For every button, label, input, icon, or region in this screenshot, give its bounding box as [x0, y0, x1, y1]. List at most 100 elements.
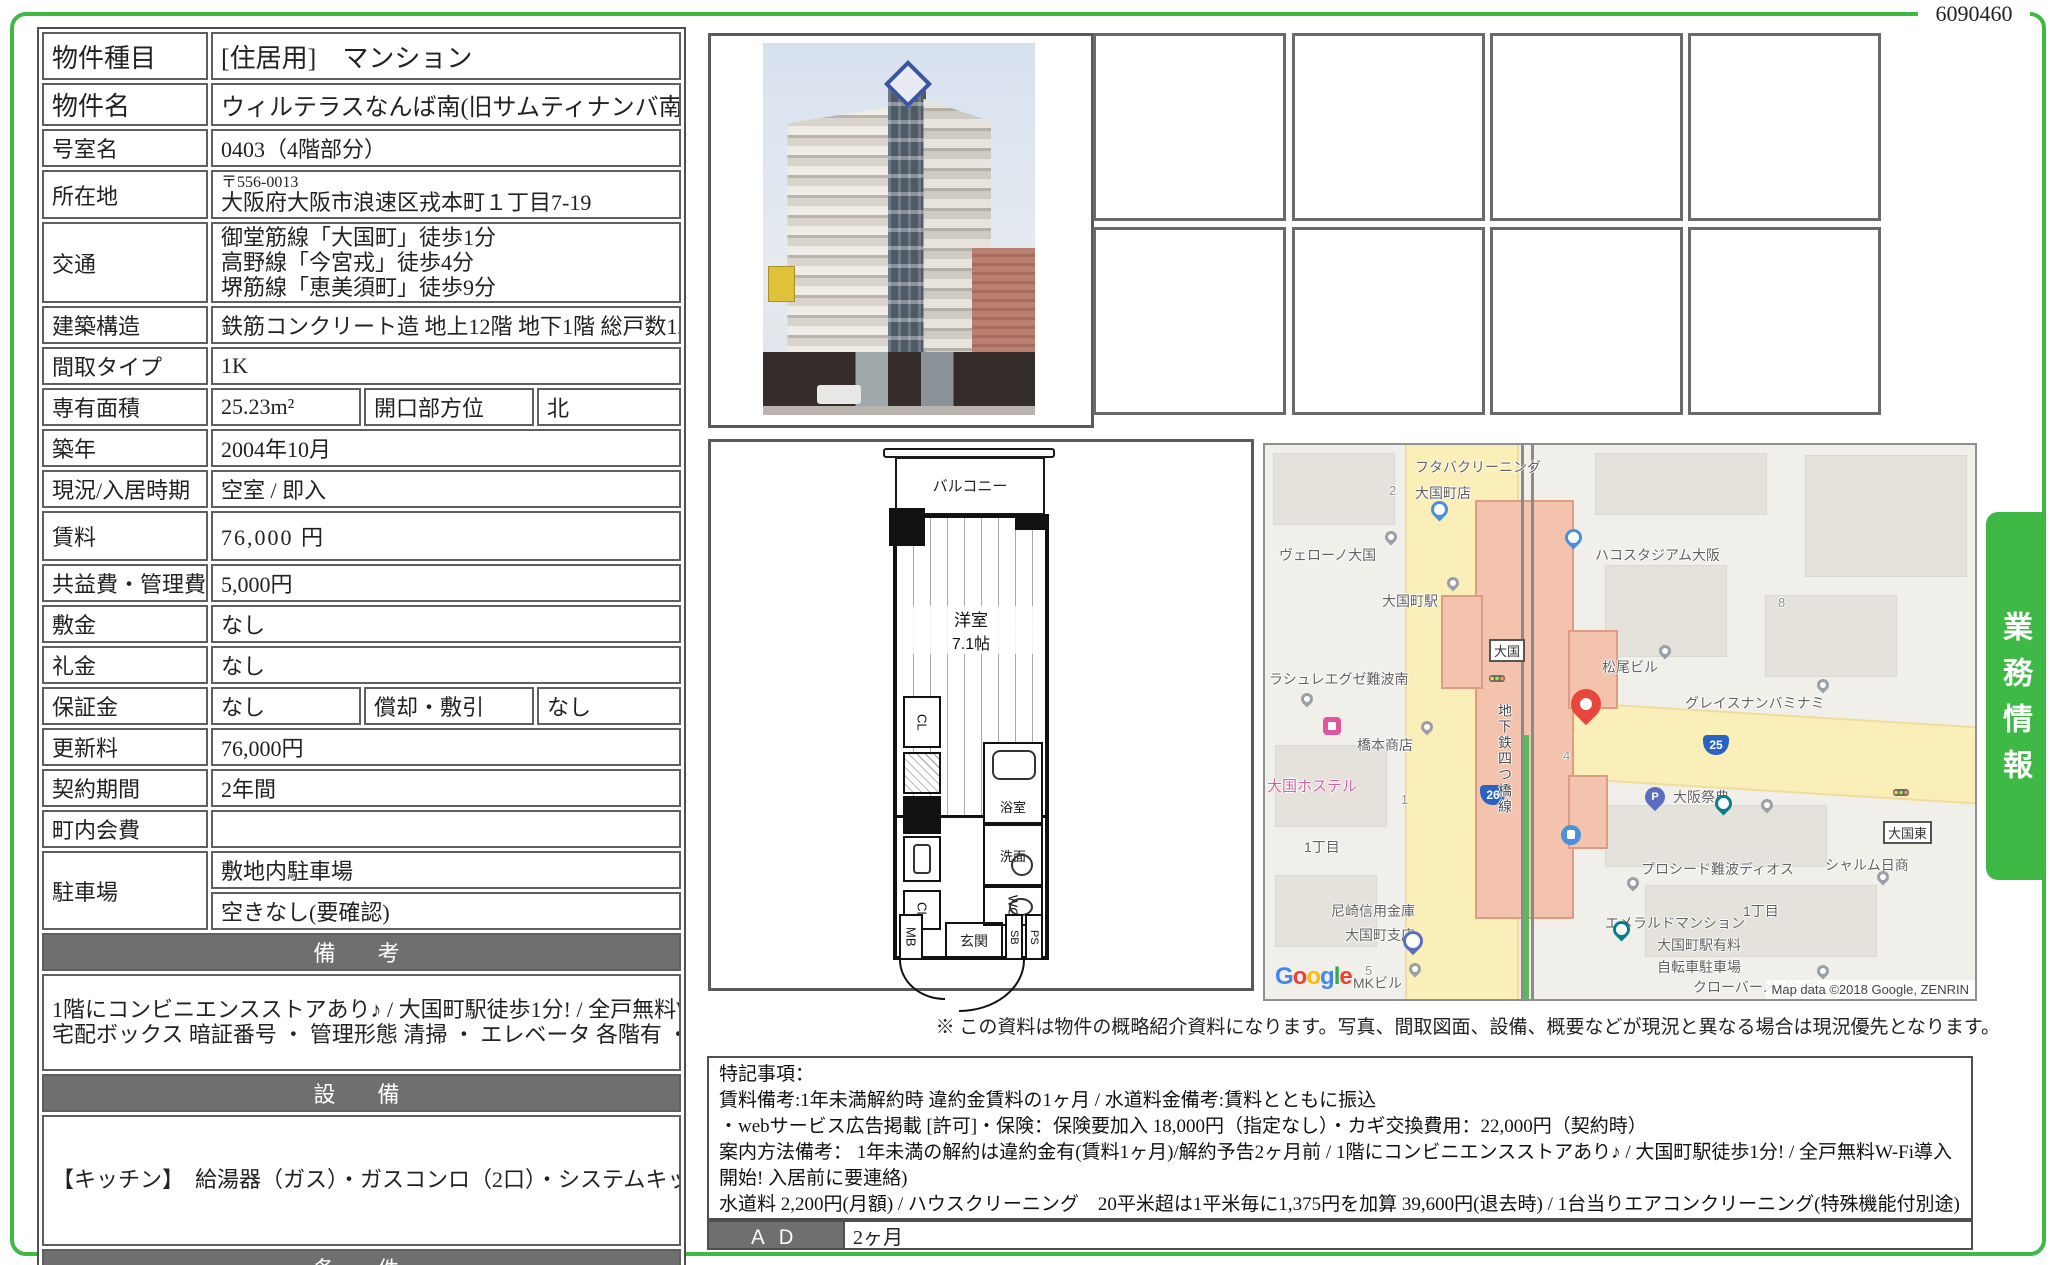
- map-pin-icon: [1561, 825, 1581, 845]
- row-value: なし: [211, 646, 681, 684]
- section-header-row: 設 備: [42, 1074, 681, 1112]
- ad-label: ＡＤ: [707, 1220, 843, 1250]
- serial-number: 6090460: [1918, 0, 2030, 28]
- row-value: 2年間: [211, 769, 681, 807]
- special-notes-box: 特記事項： 賃料備考:1年未満解約時 違約金賃料の1ヶ月 / 水道料金備考:賃料…: [707, 1056, 1973, 1220]
- subway-corridor: [1441, 595, 1483, 689]
- table-row: 交通 御堂筋線「大国町」徒歩1分 高野線「今宮戎」徒歩4分 堺筋線「恵美須町」徒…: [42, 222, 681, 303]
- row-label: 物件種目: [42, 32, 208, 80]
- row-label: 契約期間: [42, 769, 208, 807]
- map-pin-icon: [1323, 717, 1341, 735]
- row-label: 町内会費: [42, 810, 208, 848]
- map-block: [1595, 453, 1767, 515]
- row-label: 賃料: [42, 511, 208, 561]
- closet-label: CL: [903, 696, 941, 748]
- table-row: 現況/入居時期 空室 / 即入: [42, 470, 681, 508]
- table-row: 更新料 76,000円: [42, 728, 681, 766]
- map-pin-icon: P: [1641, 783, 1669, 811]
- special-notes-line: 特記事項：: [719, 1062, 1961, 1088]
- bathtub-icon: [992, 750, 1036, 780]
- business-info-tab-label: 業務情報: [1992, 597, 2036, 795]
- row-label: 号室名: [42, 129, 208, 167]
- google-logo: Google: [1275, 963, 1352, 991]
- row-label-2: 開口部方位: [364, 388, 534, 426]
- property-table: 物件種目 [住居用] マンション 物件名 ウィルテラスなんば南(旧サムティナンバ…: [37, 27, 686, 1265]
- row-label: 現況/入居時期: [42, 470, 208, 508]
- map-label: 大国町店: [1415, 483, 1471, 503]
- conditions-header: 条 件: [42, 1249, 681, 1265]
- map-label: ラシュレエグゼ難波南: [1269, 669, 1408, 689]
- map-label: 1丁目: [1304, 837, 1340, 857]
- photo-placeholder: [1490, 227, 1683, 415]
- row-label: 物件名: [42, 83, 208, 126]
- bathroom-label: 浴室: [985, 797, 1041, 816]
- entrance-label: 玄関: [945, 922, 1003, 960]
- table-row: 建築構造 鉄筋コンクリート造 地上12階 地下1階 総戸数123戸: [42, 306, 681, 344]
- google-logo-letter: o: [1306, 963, 1320, 990]
- row-value: [住居用] マンション: [211, 32, 681, 80]
- table-row: 保証金 なし 償却・敷引 なし: [42, 687, 681, 725]
- map-pin-icon: [1625, 875, 1642, 892]
- row-value: 空室 / 即入: [211, 470, 681, 508]
- map-label: フタバクリーニング: [1415, 457, 1541, 477]
- access-line: 御堂筋線「大国町」徒歩1分: [221, 225, 671, 250]
- yotsubashi-line: [1523, 735, 1529, 999]
- special-notes-line: ・webサービス広告掲載 [許可]・保険：保険要加入 18,000円（指定なし）…: [719, 1114, 1961, 1140]
- map-pin-icon: [1815, 677, 1832, 694]
- remarks-text: 1階にコンビニエンスストアあり♪ / 大国町駅徒歩1分! / 全戸無料W-Fi導…: [42, 974, 681, 1071]
- row-value: 〒556-0013 大阪府大阪市浪速区戎本町１丁目7-19: [211, 170, 681, 219]
- row-value: 鉄筋コンクリート造 地上12階 地下1階 総戸数123戸: [211, 306, 681, 344]
- row-value: 76,000円: [211, 728, 681, 766]
- table-row: 敷金 なし: [42, 605, 681, 643]
- row-value: ウィルテラスなんば南(旧サムティナンバ南): [211, 83, 681, 126]
- google-logo-letter: g: [1320, 963, 1334, 990]
- row-value: 25.23m²: [211, 388, 361, 426]
- google-logo-letter: o: [1293, 963, 1307, 990]
- special-notes-line: 案内方法備考： 1年未満の解約は違約金有(賃料1ヶ月)/解約予告2ヶ月前 / 1…: [719, 1140, 1961, 1192]
- map-label: シャルム日商: [1825, 855, 1909, 875]
- row-label: 更新料: [42, 728, 208, 766]
- row-value: 0403（4階部分）: [211, 129, 681, 167]
- shoebox-label: SB: [1005, 914, 1023, 960]
- table-row: 専有面積 25.23m² 開口部方位 北: [42, 388, 681, 426]
- kitchen-sink: [903, 836, 941, 882]
- row-label: 建築構造: [42, 306, 208, 344]
- table-row: 駐車場 敷地内駐車場: [42, 851, 681, 889]
- pin-glyph: P: [1645, 787, 1665, 807]
- map-label: 8: [1778, 595, 1785, 610]
- table-row: 礼金 なし: [42, 646, 681, 684]
- map-block: [1605, 565, 1727, 657]
- pillar: [1015, 516, 1045, 530]
- row-label: 築年: [42, 429, 208, 467]
- kitchen-hatch: [903, 752, 941, 794]
- building-photo-frame: [708, 33, 1094, 428]
- section-header-row: 条 件: [42, 1249, 681, 1265]
- location-map: Google Map data ©2018 Google, ZENRIN フタバ…: [1263, 443, 1977, 1001]
- remarks-row: 1階にコンビニエンスストアあり♪ / 大国町駅徒歩1分! / 全戸無料W-Fi導…: [42, 974, 681, 1071]
- remarks-header: 備 考: [42, 933, 681, 971]
- photo-placeholder: [1292, 227, 1485, 415]
- map-block: [1605, 805, 1827, 867]
- building-glass-core: [888, 84, 926, 356]
- photo-placeholder: [1093, 33, 1286, 221]
- equipment-row: 【キッチン】 給湯器（ガス）・ガスコンロ（2口）・システムキッチン 【水廻り】 …: [42, 1115, 681, 1246]
- row-label-2: 償却・敷引: [364, 687, 534, 725]
- balcony-label: バルコニー: [897, 475, 1043, 496]
- washroom-label: 洗面: [983, 824, 1043, 886]
- map-label: プロシード難波ディオス: [1641, 859, 1794, 879]
- photo-placeholder: [1688, 33, 1881, 221]
- photo-placeholder: [1688, 227, 1881, 415]
- map-label: 大国: [1489, 639, 1525, 662]
- ad-value: 2ヶ月: [843, 1220, 1973, 1250]
- row-label: 保証金: [42, 687, 208, 725]
- unit-outline: 洋室 7.1帖 CL 浴室 洗面 WC CL MB 玄関 SB PS: [893, 514, 1049, 960]
- room-label: 洋室: [897, 606, 1045, 631]
- road: [763, 406, 1035, 415]
- map-label: グレイスナンバミナミ: [1685, 693, 1825, 713]
- remarks-line: 宅配ボックス 暗証番号 ・ 管理形態 清掃 ・ エレベータ 各階有 ・ 冷暖房一…: [52, 1023, 671, 1048]
- row-label: 専有面積: [42, 388, 208, 426]
- map-label: 地下鉄四つ橋線: [1495, 703, 1515, 815]
- photo-placeholder: [1292, 33, 1485, 221]
- map-label: 松尾ビル: [1602, 657, 1658, 677]
- row-label: 所在地: [42, 170, 208, 219]
